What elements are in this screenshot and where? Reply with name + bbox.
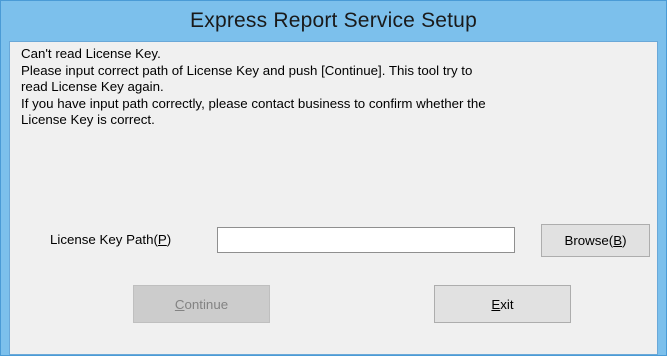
message-line: License Key is correct. xyxy=(21,112,155,128)
message-line: read License Key again. xyxy=(21,79,164,95)
title-bar[interactable]: Express Report Service Setup xyxy=(1,1,666,41)
error-message: Can't read License Key. Please input cor… xyxy=(21,46,621,129)
license-key-path-label: License Key Path(P) xyxy=(50,232,172,247)
message-line: Can't read License Key. xyxy=(21,46,161,61)
license-key-path-input[interactable] xyxy=(217,227,515,253)
browse-button[interactable]: Browse(B) xyxy=(541,224,650,257)
continue-button[interactable]: Continue xyxy=(133,285,270,323)
window-title: Express Report Service Setup xyxy=(190,9,477,32)
message-line: Please input correct path of License Key… xyxy=(21,62,473,78)
message-line: If you have input path correctly, please… xyxy=(21,95,486,111)
exit-button[interactable]: Exit xyxy=(434,285,571,323)
